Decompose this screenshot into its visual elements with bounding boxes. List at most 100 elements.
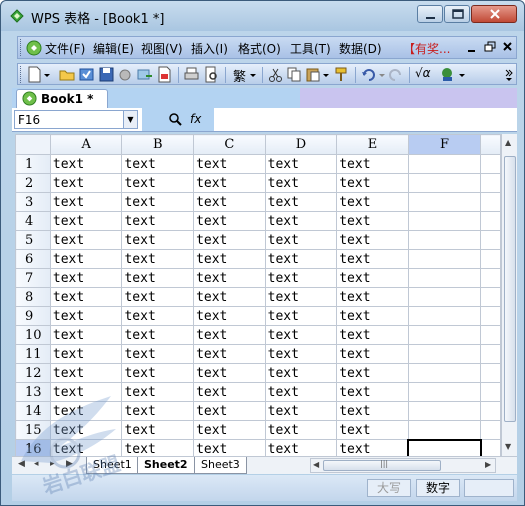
cell-f8[interactable] [407,287,482,307]
cell-f16[interactable] [407,438,482,456]
cell-f14[interactable] [407,401,482,421]
title-bar[interactable]: WPS 表格 - [Book1 *] [1,1,524,31]
first-sheet-arrow-icon[interactable]: ◀ [18,459,25,469]
cell-b5[interactable]: text [121,230,195,250]
cell-overflow[interactable] [480,363,501,383]
cell-d7[interactable]: text [264,268,338,288]
print-icon[interactable] [183,66,200,83]
last-sheet-arrow-icon[interactable]: ▶ [66,459,73,469]
cell-f4[interactable] [407,211,482,231]
open-folder-icon[interactable] [59,66,76,83]
print-preview-icon[interactable] [203,66,220,83]
cell-overflow[interactable] [480,439,501,456]
scroll-down-arrow-icon[interactable]: ▼ [505,442,511,451]
cell-c5[interactable]: text [193,230,266,250]
sheet-tab-sheet3[interactable]: Sheet3 [194,457,247,474]
undo-icon[interactable] [360,66,377,83]
cell-overflow[interactable] [480,344,501,364]
cell-a9[interactable]: text [49,306,123,326]
zoom-lookup-icon[interactable] [168,112,182,129]
vertical-scrollbar[interactable]: ▲ ▼ [501,134,517,456]
horizontal-scrollbar[interactable]: ◀ ||| ▶ [310,458,496,473]
cell-a13[interactable]: text [49,382,123,402]
column-header-a[interactable]: A [49,134,123,155]
menu-view[interactable]: 视图(V) [141,40,183,57]
cell-f5[interactable] [407,230,482,250]
cell-e16[interactable]: text [336,439,409,456]
cell-c11[interactable]: text [193,344,266,364]
cell-e1[interactable]: text [336,154,409,174]
horizontal-scroll-thumb[interactable]: ||| [323,459,441,471]
cell-e12[interactable]: text [336,363,409,383]
cell-overflow[interactable] [480,249,501,269]
prev-sheet-arrow-icon[interactable]: ◂ [34,459,39,469]
cell-e9[interactable]: text [336,306,409,326]
cell-b15[interactable]: text [121,420,195,440]
cell-e7[interactable]: text [336,268,409,288]
row-header[interactable]: 16 [15,439,51,456]
cell-d10[interactable]: text [264,325,338,345]
cell-c6[interactable]: text [193,249,266,269]
cell-d12[interactable]: text [264,363,338,383]
cell-b1[interactable]: text [121,154,195,174]
cell-c16[interactable]: text [193,439,266,456]
cell-f12[interactable] [407,363,482,383]
cell-b14[interactable]: text [121,401,195,421]
next-sheet-arrow-icon[interactable]: ▸ [50,459,55,469]
cell-d6[interactable]: text [264,249,338,269]
cell-overflow[interactable] [480,154,501,174]
cell-e13[interactable]: text [336,382,409,402]
menu-edit[interactable]: 编辑(E) [93,40,134,57]
format-painter-icon[interactable] [333,66,350,83]
cell-a3[interactable]: text [49,192,123,212]
cell-f6[interactable] [407,249,482,269]
new-dropdown-icon[interactable] [43,66,51,83]
cell-overflow[interactable] [480,268,501,288]
row-header[interactable]: 6 [15,249,51,269]
row-header[interactable]: 13 [15,382,51,402]
cell-b12[interactable]: text [121,363,195,383]
scroll-up-arrow-icon[interactable]: ▲ [505,138,511,147]
cell-b8[interactable]: text [121,287,195,307]
cell-c10[interactable]: text [193,325,266,345]
cell-e2[interactable]: text [336,173,409,193]
cell-f11[interactable] [407,344,482,364]
cell-c3[interactable]: text [193,192,266,212]
cell-c8[interactable]: text [193,287,266,307]
new-document-icon[interactable] [26,66,43,83]
row-header[interactable]: 4 [15,211,51,231]
cell-b11[interactable]: text [121,344,195,364]
undo-dropdown-icon[interactable] [378,66,386,83]
cell-a6[interactable]: text [49,249,123,269]
cell-d13[interactable]: text [264,382,338,402]
doc-tab-book1[interactable]: Book1 * [16,89,108,108]
row-header[interactable]: 9 [15,306,51,326]
cell-f7[interactable] [407,268,482,288]
cell-c2[interactable]: text [193,173,266,193]
cell-b10[interactable]: text [121,325,195,345]
cell-a12[interactable]: text [49,363,123,383]
scroll-right-arrow-icon[interactable]: ▶ [485,460,491,469]
cell-d4[interactable]: text [264,211,338,231]
permission-icon[interactable] [117,66,134,83]
row-header[interactable]: 8 [15,287,51,307]
cell-a14[interactable]: text [49,401,123,421]
cell-d15[interactable]: text [264,420,338,440]
name-box-dropdown-icon[interactable]: ▼ [123,111,137,128]
cell-c9[interactable]: text [193,306,266,326]
cell-f9[interactable] [407,306,482,326]
row-header[interactable]: 12 [15,363,51,383]
menu-promo[interactable]: 【有奖... [403,40,450,57]
scroll-left-arrow-icon[interactable]: ◀ [313,460,319,469]
cell-d2[interactable]: text [264,173,338,193]
cell-d8[interactable]: text [264,287,338,307]
menu-file[interactable]: 文件(F) [45,40,85,57]
cell-f13[interactable] [407,382,482,402]
cell-b9[interactable]: text [121,306,195,326]
cell-e6[interactable]: text [336,249,409,269]
row-header[interactable]: 15 [15,420,51,440]
cell-e3[interactable]: text [336,192,409,212]
cell-b3[interactable]: text [121,192,195,212]
cell-b13[interactable]: text [121,382,195,402]
traditional-chinese-button[interactable]: 繁 [233,66,246,85]
